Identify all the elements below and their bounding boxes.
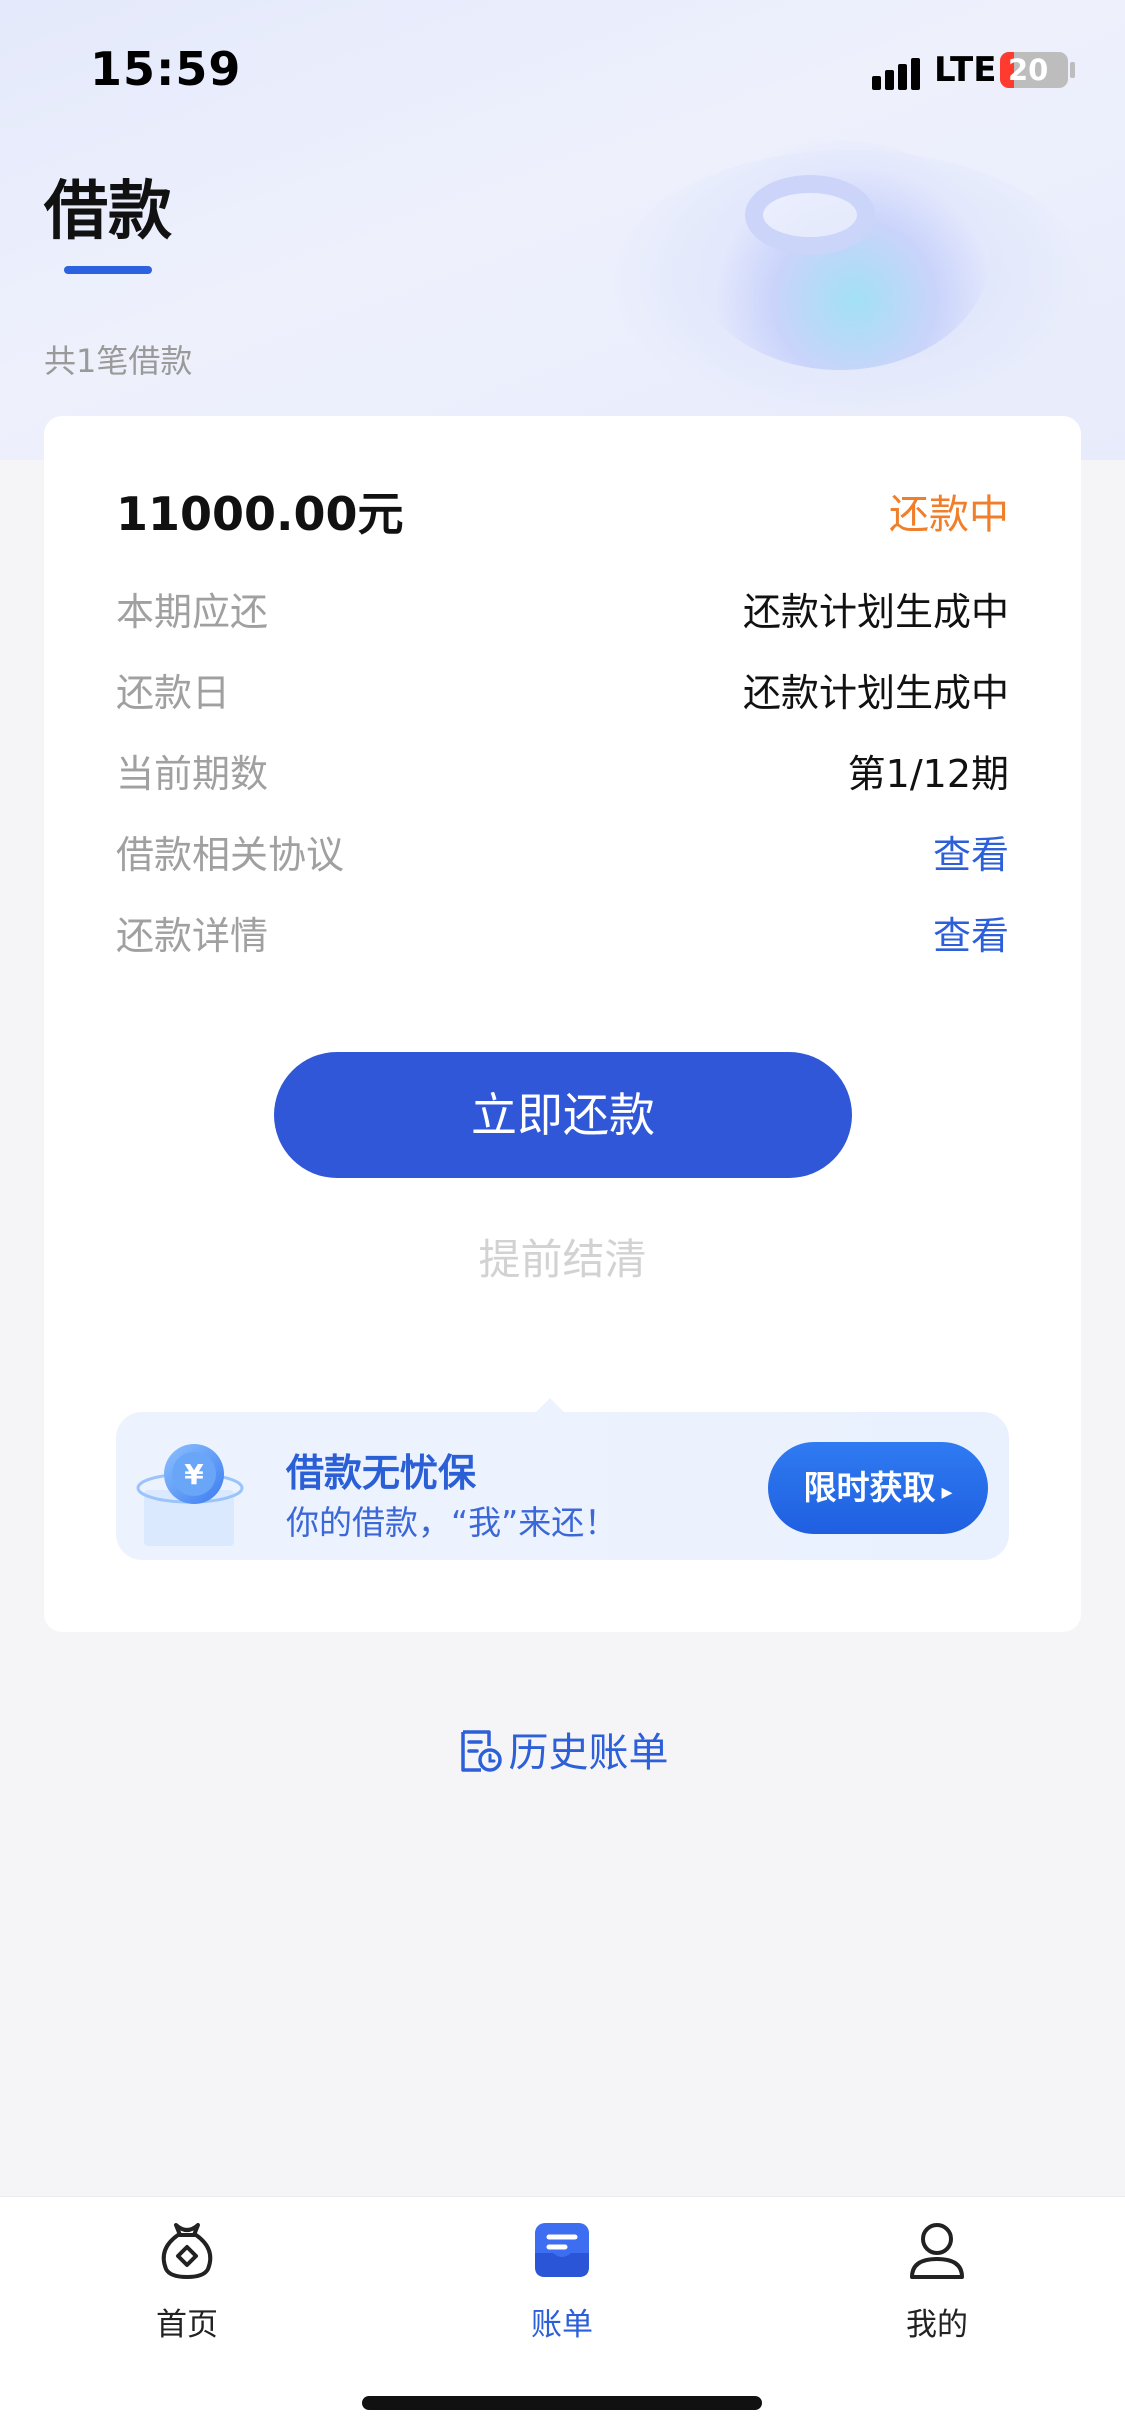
promo-button-label: 限时获取 — [803, 1468, 936, 1507]
tab-home[interactable]: 首页 — [87, 2215, 287, 2344]
row-repay-details: 还款详情 查看 — [116, 905, 1009, 961]
promo-get-button[interactable]: 限时获取 ▸ — [768, 1442, 988, 1534]
status-bar: 15:59 LTE 20 — [0, 0, 1125, 140]
promo-banner[interactable]: ¥ 借款无忧保 你的借款，“我”来还！ 限时获取 ▸ — [116, 1412, 1009, 1560]
loan-status: 还款中 — [889, 492, 1009, 538]
history-bills-link[interactable]: 历史账单 — [0, 1720, 1125, 1778]
prepay-button[interactable]: 提前结清 — [44, 1226, 1081, 1287]
loan-count: 共1笔借款 — [44, 342, 193, 380]
battery-tip — [1070, 62, 1075, 78]
tab-mine[interactable]: 我的 — [837, 2215, 1037, 2344]
tab-label: 首页 — [156, 2307, 218, 2343]
row-value: 还款计划生成中 — [742, 671, 1009, 715]
view-repay-details-link[interactable]: 查看 — [933, 905, 1009, 960]
promo-subtitle: 你的借款，“我”来还！ — [286, 1503, 618, 1542]
row-current-due: 本期应还 还款计划生成中 — [116, 581, 1009, 637]
status-time: 15:59 — [90, 42, 242, 96]
bill-clock-icon — [460, 1730, 502, 1772]
row-value: 第1/12期 — [847, 752, 1009, 796]
user-icon — [910, 2223, 964, 2279]
row-value: 还款计划生成中 — [742, 590, 1009, 634]
hero-ring-illustration — [690, 140, 990, 370]
page-title: 借款 — [44, 175, 172, 249]
caret-right-icon: ▸ — [941, 1480, 953, 1505]
battery-icon: 20 — [1000, 52, 1068, 88]
loan-card: 11000.00元 还款中 本期应还 还款计划生成中 还款日 还款计划生成中 当… — [44, 416, 1081, 1632]
bill-icon — [535, 2223, 589, 2277]
yuan-coin-icon: ¥ — [136, 1444, 244, 1546]
tab-bills[interactable]: 账单 — [462, 2215, 662, 2344]
home-indicator[interactable] — [362, 2396, 762, 2410]
row-current-period: 当前期数 第1/12期 — [116, 743, 1009, 799]
battery-level: 20 — [1008, 53, 1049, 87]
promo-title: 借款无忧保 — [286, 1451, 477, 1495]
loan-amount: 11000.00元 — [116, 487, 404, 541]
row-label: 本期应还 — [116, 590, 269, 634]
row-label: 还款详情 — [116, 914, 269, 958]
history-label: 历史账单 — [508, 1730, 669, 1776]
row-agreements: 借款相关协议 查看 — [116, 824, 1009, 880]
hero-ring-hole — [745, 175, 875, 255]
repay-now-button[interactable]: 立即还款 — [274, 1052, 852, 1178]
view-agreements-link[interactable]: 查看 — [933, 824, 1009, 879]
title-underline — [64, 266, 152, 274]
tab-label: 账单 — [531, 2307, 593, 2343]
money-bag-icon — [161, 2223, 213, 2279]
row-label: 当前期数 — [116, 752, 269, 796]
row-repay-date: 还款日 还款计划生成中 — [116, 662, 1009, 718]
network-type: LTE — [934, 50, 997, 90]
tab-label: 我的 — [906, 2307, 968, 2343]
row-label: 借款相关协议 — [116, 833, 345, 877]
signal-icon — [872, 56, 924, 90]
row-label: 还款日 — [116, 671, 231, 715]
svg-text:¥: ¥ — [184, 1458, 204, 1491]
